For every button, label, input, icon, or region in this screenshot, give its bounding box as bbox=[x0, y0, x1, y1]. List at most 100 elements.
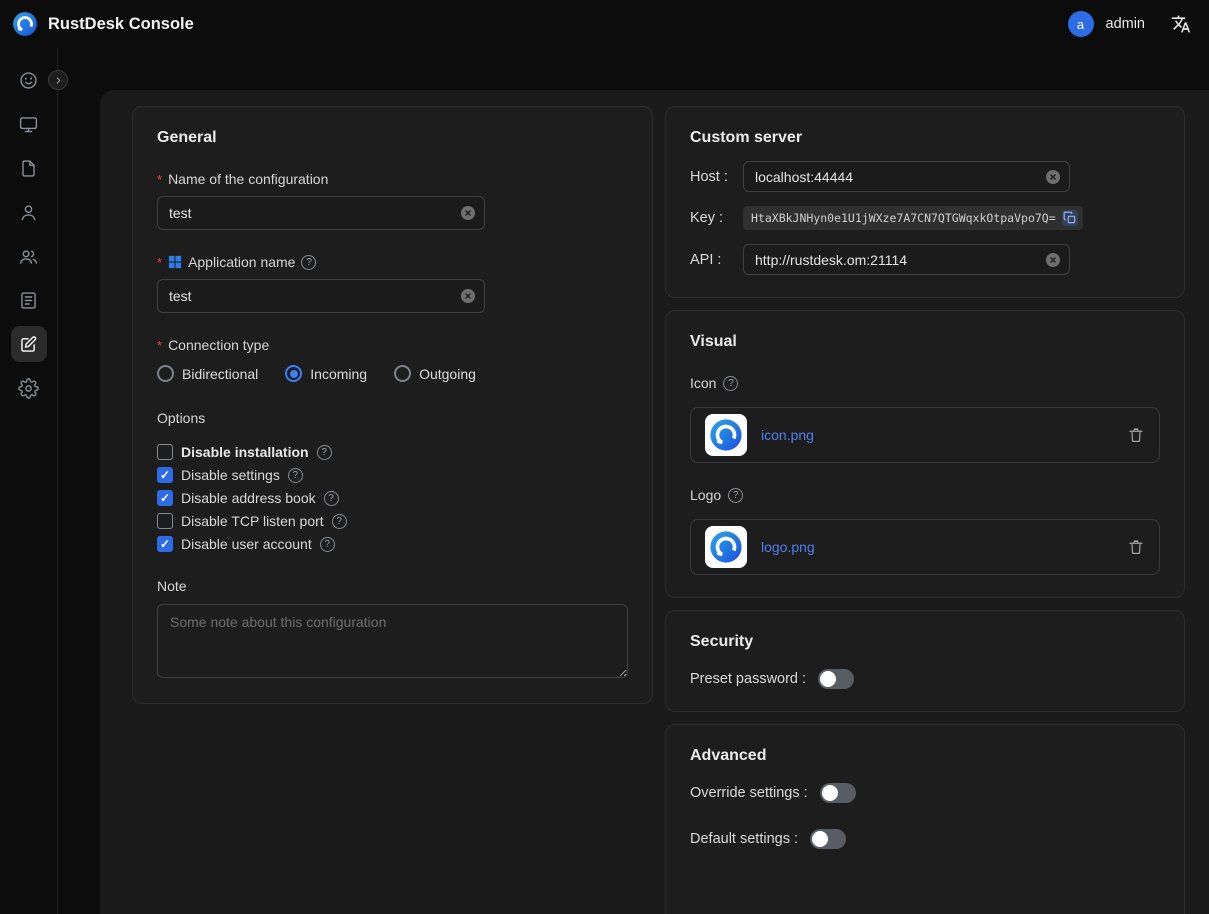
help-icon[interactable] bbox=[332, 514, 347, 529]
connection-type-radio-group: Bidirectional Incoming Outgoing bbox=[157, 365, 628, 382]
copy-icon[interactable] bbox=[1062, 210, 1078, 226]
connection-type-label: Connection type bbox=[157, 337, 628, 353]
checkbox-label: Disable settings bbox=[181, 467, 280, 483]
checkbox-label: Disable user account bbox=[181, 536, 312, 552]
disable-installation-checkbox[interactable] bbox=[157, 444, 173, 460]
help-icon[interactable] bbox=[728, 488, 743, 503]
note-textarea[interactable] bbox=[157, 604, 628, 678]
override-settings-label: Override settings : bbox=[690, 785, 808, 801]
checkbox-label: Disable address book bbox=[181, 490, 316, 506]
api-row: API : bbox=[690, 244, 1160, 275]
checkbox-row-disable-address-book: Disable address book bbox=[157, 490, 628, 506]
documents-icon bbox=[18, 158, 39, 179]
override-settings-toggle[interactable] bbox=[820, 783, 856, 803]
users-icon bbox=[18, 202, 39, 223]
disable-address-book-checkbox[interactable] bbox=[157, 490, 173, 506]
logo-thumbnail bbox=[705, 526, 747, 568]
help-icon[interactable] bbox=[317, 445, 332, 460]
required-asterisk bbox=[157, 255, 162, 270]
checkbox-row-disable-settings: Disable settings bbox=[157, 467, 628, 483]
sidebar-item-documents[interactable] bbox=[11, 150, 47, 186]
radio-circle[interactable] bbox=[157, 365, 174, 382]
radio-outgoing[interactable]: Outgoing bbox=[394, 365, 476, 382]
disable-settings-checkbox[interactable] bbox=[157, 467, 173, 483]
checkbox-row-disable-tcp-listen-port: Disable TCP listen port bbox=[157, 513, 628, 529]
sidebar-item-configurations[interactable] bbox=[11, 326, 47, 362]
delete-icon[interactable] bbox=[1127, 538, 1145, 556]
default-settings-label: Default settings : bbox=[690, 831, 798, 847]
preset-password-row: Preset password : bbox=[690, 669, 1160, 689]
clear-icon[interactable] bbox=[1045, 252, 1061, 268]
checkbox-row-disable-installation: Disable installation bbox=[157, 444, 628, 460]
host-input[interactable] bbox=[743, 161, 1070, 192]
radio-bidirectional[interactable]: Bidirectional bbox=[157, 365, 258, 382]
sidebar bbox=[0, 48, 58, 914]
host-input-wrap bbox=[743, 161, 1070, 192]
required-asterisk bbox=[157, 172, 162, 187]
override-settings-row: Override settings : bbox=[690, 783, 1160, 803]
sidebar-item-status[interactable] bbox=[11, 62, 47, 98]
key-row: Key : HtaXBkJNHyn0e1U1jWXze7A7CN7QTGWqxk… bbox=[690, 206, 1160, 230]
sidebar-item-groups[interactable] bbox=[11, 238, 47, 274]
api-input[interactable] bbox=[743, 244, 1070, 275]
radio-circle[interactable] bbox=[394, 365, 411, 382]
disable-user-account-checkbox[interactable] bbox=[157, 536, 173, 552]
required-asterisk bbox=[157, 338, 162, 353]
icon-file-link[interactable]: icon.png bbox=[761, 427, 814, 443]
logo-label: Logo bbox=[690, 487, 1160, 503]
checkbox-label: Disable installation bbox=[181, 444, 309, 460]
configuration-name-input[interactable] bbox=[157, 196, 485, 230]
delete-icon[interactable] bbox=[1127, 426, 1145, 444]
security-title: Security bbox=[690, 633, 1160, 651]
preset-password-label: Preset password : bbox=[690, 671, 806, 687]
advanced-card: Advanced Override settings : Default set… bbox=[665, 724, 1185, 914]
status-icon bbox=[18, 70, 39, 91]
sidebar-item-devices[interactable] bbox=[11, 106, 47, 142]
default-settings-toggle[interactable] bbox=[810, 829, 846, 849]
checkbox-label: Disable TCP listen port bbox=[181, 513, 324, 529]
clear-icon[interactable] bbox=[460, 288, 476, 304]
icon-label: Icon bbox=[690, 375, 1160, 391]
rustdesk-logo-icon bbox=[709, 530, 743, 564]
sidebar-expand-button[interactable] bbox=[48, 70, 68, 90]
help-icon[interactable] bbox=[320, 537, 335, 552]
app-title: RustDesk Console bbox=[48, 15, 194, 34]
disable-tcp-listen-port-checkbox[interactable] bbox=[157, 513, 173, 529]
application-name-label: Application name bbox=[157, 254, 628, 270]
checkbox-row-disable-user-account: Disable user account bbox=[157, 536, 628, 552]
radio-incoming[interactable]: Incoming bbox=[285, 365, 367, 382]
api-input-wrap bbox=[743, 244, 1070, 275]
options-checkbox-group: Disable installation Disable settings Di… bbox=[157, 444, 628, 552]
help-icon[interactable] bbox=[301, 255, 316, 270]
user-avatar[interactable]: a bbox=[1068, 11, 1094, 37]
sidebar-item-users[interactable] bbox=[11, 194, 47, 230]
language-icon[interactable] bbox=[1171, 14, 1191, 34]
username[interactable]: admin bbox=[1106, 16, 1146, 32]
sidebar-item-settings[interactable] bbox=[11, 370, 47, 406]
default-settings-row: Default settings : bbox=[690, 829, 1160, 849]
help-icon[interactable] bbox=[324, 491, 339, 506]
radio-circle[interactable] bbox=[285, 365, 302, 382]
groups-icon bbox=[18, 246, 39, 267]
help-icon[interactable] bbox=[288, 468, 303, 483]
sidebar-item-audit-log[interactable] bbox=[11, 282, 47, 318]
general-card-title: General bbox=[157, 129, 628, 147]
chevron-right-icon bbox=[53, 75, 64, 86]
windows-logo-icon bbox=[168, 255, 182, 269]
clear-icon[interactable] bbox=[460, 205, 476, 221]
general-card: General Name of the configuration bbox=[132, 106, 653, 704]
preset-password-toggle[interactable] bbox=[818, 669, 854, 689]
name-field-label: Name of the configuration bbox=[157, 171, 628, 187]
icon-file-row: icon.png bbox=[690, 407, 1160, 463]
options-label: Options bbox=[157, 410, 628, 426]
rustdesk-logo-icon bbox=[709, 418, 743, 452]
logo-file-link[interactable]: logo.png bbox=[761, 539, 815, 555]
header-right: a admin bbox=[1068, 11, 1192, 37]
settings-icon bbox=[18, 378, 39, 399]
app-input-wrap bbox=[157, 279, 485, 313]
application-name-input[interactable] bbox=[157, 279, 485, 313]
clear-icon[interactable] bbox=[1045, 169, 1061, 185]
server-key-value: HtaXBkJNHyn0e1U1jWXze7A7CN7QTGWqxkOtpaVp… bbox=[743, 206, 1083, 230]
custom-server-card: Custom server Host : Key : HtaXBkJNHyn0e… bbox=[665, 106, 1185, 298]
help-icon[interactable] bbox=[723, 376, 738, 391]
